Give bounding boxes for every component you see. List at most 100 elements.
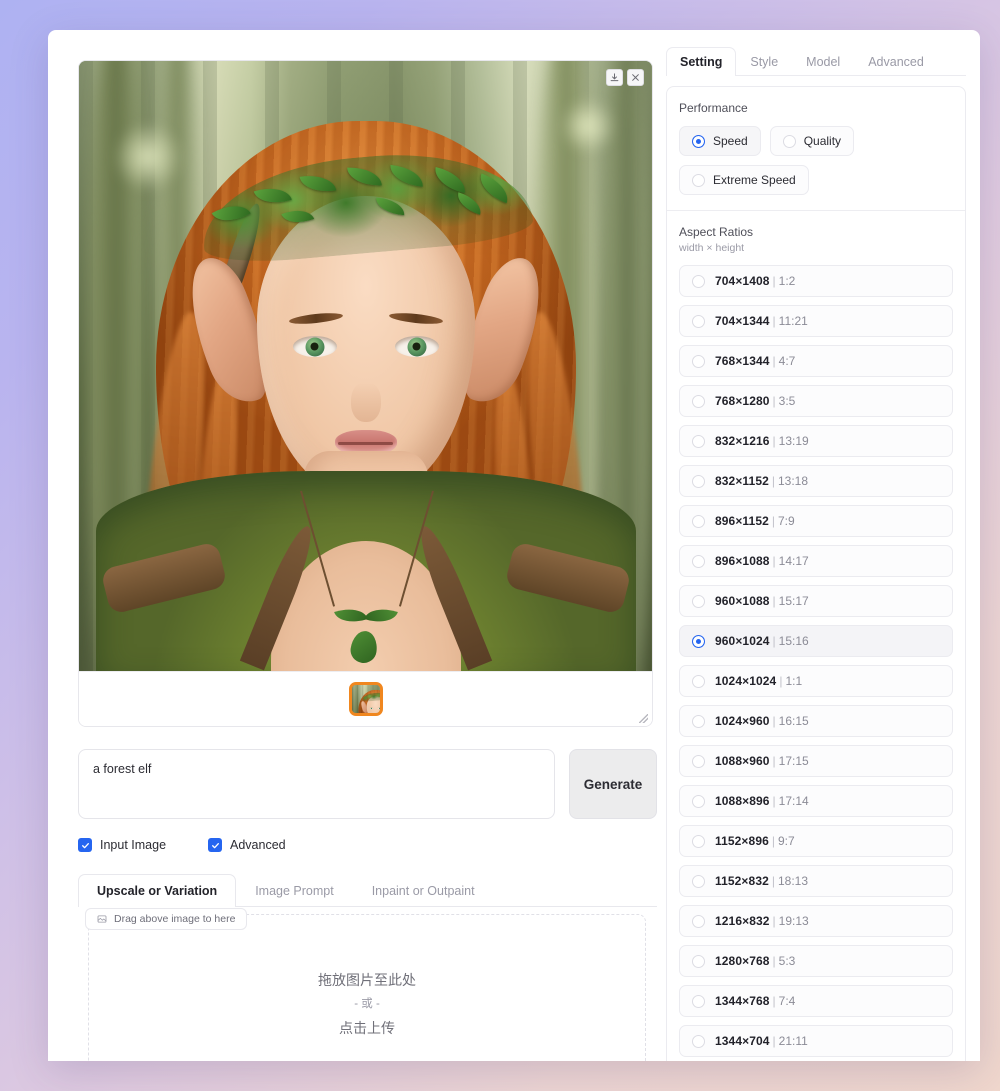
checkbox-input-image[interactable]: Input Image bbox=[78, 838, 166, 852]
aspect-ratios-subtitle: width × height bbox=[679, 242, 745, 254]
nose bbox=[350, 382, 381, 422]
aspect-ratio-dimensions: 1344×768 bbox=[715, 994, 770, 1008]
aspect-ratio-dimensions: 832×1216 bbox=[715, 434, 770, 448]
aspect-ratios-title: Aspect Ratios bbox=[679, 225, 754, 239]
aspect-ratio-value: 7:9 bbox=[778, 514, 795, 528]
aspect-ratio-label: 896×1152 | 7:9 bbox=[715, 514, 795, 528]
aspect-ratio-option[interactable]: 1152×832 | 18:13 bbox=[679, 865, 953, 897]
aspect-ratio-option[interactable]: 1216×832 | 19:13 bbox=[679, 905, 953, 937]
performance-option-quality[interactable]: Quality bbox=[769, 126, 855, 156]
aspect-ratio-option[interactable]: 1280×768 | 5:3 bbox=[679, 945, 953, 977]
aspect-ratio-label: 1088×960 | 17:15 bbox=[715, 754, 809, 768]
aspect-ratio-label: 1024×960 | 16:15 bbox=[715, 714, 809, 728]
aspect-ratio-label: 1152×896 | 9:7 bbox=[715, 834, 795, 848]
aspect-ratio-value: 11:21 bbox=[778, 314, 808, 328]
iris bbox=[305, 337, 324, 356]
resize-handle[interactable] bbox=[639, 714, 648, 723]
bokeh-light bbox=[113, 122, 184, 192]
aspect-ratio-separator: | bbox=[772, 594, 776, 608]
aspect-ratio-separator: | bbox=[772, 794, 776, 808]
drag-hint-label: Drag above image to here bbox=[114, 913, 236, 925]
performance-option-extreme-speed[interactable]: Extreme Speed bbox=[679, 165, 809, 195]
aspect-ratio-option[interactable]: 1024×960 | 16:15 bbox=[679, 705, 953, 737]
aspect-ratio-option[interactable]: 960×1088 | 15:17 bbox=[679, 585, 953, 617]
aspect-ratio-list[interactable]: 704×1408 | 1:2 704×1344 | 11:21 768×1344 | 4:7 76… bbox=[679, 265, 953, 1061]
prompt-input[interactable] bbox=[78, 749, 555, 819]
aspect-ratio-label: 960×1024 | 15:16 bbox=[715, 634, 809, 648]
aspect-ratio-label: 1152×832 | 18:13 bbox=[715, 874, 808, 888]
aspect-ratio-option[interactable]: 704×1344 | 11:21 bbox=[679, 305, 953, 337]
aspect-ratio-dimensions: 1344×704 bbox=[715, 1034, 770, 1048]
aspect-ratio-value: 1:1 bbox=[785, 674, 803, 688]
radio-icon bbox=[692, 994, 705, 1008]
dress-shoulder-right bbox=[503, 541, 632, 615]
aspect-ratio-dimensions: 1216×832 bbox=[715, 914, 770, 928]
performance-option-speed[interactable]: Speed bbox=[679, 126, 761, 156]
bokeh-light bbox=[560, 97, 617, 154]
image-action-buttons bbox=[606, 69, 644, 86]
radio-icon bbox=[692, 914, 705, 928]
radio-icon bbox=[692, 754, 705, 768]
performance-option-label: Quality bbox=[803, 134, 842, 148]
aspect-ratio-value: 16:15 bbox=[778, 714, 809, 728]
aspect-ratio-label: 1088×896 | 17:14 bbox=[715, 794, 809, 808]
tab-image-prompt[interactable]: Image Prompt bbox=[236, 874, 353, 907]
eyebrow-right bbox=[388, 311, 443, 326]
close-icon[interactable] bbox=[627, 69, 644, 86]
dropzone-click-text[interactable]: 点击上传 bbox=[89, 1015, 645, 1042]
aspect-ratio-option[interactable]: 832×1152 | 13:18 bbox=[679, 465, 953, 497]
iris bbox=[407, 337, 426, 356]
aspect-ratio-option[interactable]: 1152×896 | 9:7 bbox=[679, 825, 953, 857]
image-icon bbox=[97, 915, 107, 923]
dropzone-instructions: 拖放图片至此处 - 或 - 点击上传 bbox=[89, 967, 645, 1042]
check-icon bbox=[208, 838, 223, 852]
aspect-ratio-separator: | bbox=[772, 754, 776, 768]
download-icon[interactable] bbox=[606, 69, 623, 86]
aspect-ratio-option[interactable]: 704×1408 | 1:2 bbox=[679, 265, 953, 297]
tab-inpaint-or-outpaint[interactable]: Inpaint or Outpaint bbox=[353, 874, 494, 907]
aspect-ratio-option[interactable]: 896×1088 | 14:17 bbox=[679, 545, 953, 577]
aspect-ratio-separator: | bbox=[772, 314, 776, 328]
aspect-ratio-dimensions: 960×1088 bbox=[715, 594, 770, 608]
tab-upscale-or-variation[interactable]: Upscale or Variation bbox=[78, 874, 237, 907]
crown-leaf bbox=[346, 166, 381, 187]
radio-icon bbox=[782, 134, 796, 148]
aspect-ratio-option[interactable]: 896×1152 | 7:9 bbox=[679, 505, 953, 537]
prompt-row: Generate bbox=[78, 749, 657, 819]
aspect-ratio-value: 1:2 bbox=[778, 274, 796, 288]
aspect-ratio-dimensions: 1280×768 bbox=[715, 954, 770, 968]
aspect-ratio-option[interactable]: 1344×768 | 7:4 bbox=[679, 985, 953, 1017]
aspect-ratio-option[interactable]: 768×1344 | 4:7 bbox=[679, 345, 953, 377]
aspect-ratio-option[interactable]: 768×1280 | 3:5 bbox=[679, 385, 953, 417]
radio-icon bbox=[692, 874, 705, 888]
aspect-ratio-option[interactable]: 1024×1024 | 1:1 bbox=[679, 665, 953, 697]
aspect-ratio-value: 17:15 bbox=[778, 754, 809, 768]
aspect-ratio-value: 9:7 bbox=[778, 834, 795, 848]
tab-model[interactable]: Model bbox=[792, 47, 854, 76]
checkbox-advanced[interactable]: Advanced bbox=[208, 838, 286, 852]
options-row: Input Image Advanced bbox=[78, 838, 642, 852]
aspect-ratio-option[interactable]: 1088×960 | 17:15 bbox=[679, 745, 953, 777]
aspect-ratio-option[interactable]: 1088×896 | 17:14 bbox=[679, 785, 953, 817]
tab-style[interactable]: Style bbox=[736, 47, 792, 76]
left-column: Generate Input Image Advanced bbox=[48, 30, 657, 1061]
aspect-ratio-option[interactable]: 832×1216 | 13:19 bbox=[679, 425, 953, 457]
aspect-ratio-dimensions: 1152×896 bbox=[715, 834, 769, 848]
aspect-ratio-dimensions: 768×1344 bbox=[715, 354, 770, 368]
aspect-ratio-separator: | bbox=[772, 954, 776, 968]
generated-image[interactable] bbox=[79, 61, 652, 671]
tab-setting[interactable]: Setting bbox=[666, 47, 737, 76]
aspect-ratio-value: 7:4 bbox=[778, 994, 796, 1008]
image-dropzone[interactable]: Drag above image to here 拖放图片至此处 - 或 - 点… bbox=[85, 908, 646, 1061]
aspect-ratio-option[interactable]: 1344×704 | 21:11 bbox=[679, 1025, 953, 1057]
tab-advanced[interactable]: Advanced bbox=[854, 47, 938, 76]
aspect-ratio-option[interactable]: 960×1024 | 15:16 bbox=[679, 625, 953, 657]
aspect-ratio-separator: | bbox=[771, 874, 775, 888]
checkbox-label: Input Image bbox=[100, 838, 167, 852]
radio-icon bbox=[692, 394, 705, 408]
performance-options-row-2: Extreme Speed bbox=[679, 165, 953, 195]
thumbnail-preview bbox=[351, 685, 380, 713]
eye-left bbox=[369, 707, 373, 710]
generate-button[interactable]: Generate bbox=[569, 749, 657, 819]
generated-thumbnail[interactable] bbox=[348, 682, 383, 716]
